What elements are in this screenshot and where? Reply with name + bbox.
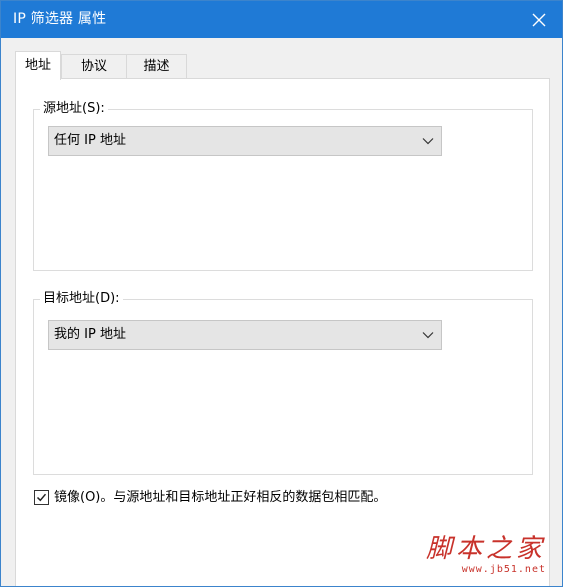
watermark-url: www.jb51.net [461,564,546,575]
ip-filter-properties-dialog: IP 筛选器 属性 地址 协议 描述 源地址(S): 任何 IP 地址 目标地址… [0,0,563,587]
close-button[interactable] [516,1,562,38]
source-address-label: 源地址(S): [40,100,108,118]
address-tab-panel: 源地址(S): 任何 IP 地址 目标地址(D): 我的 IP 地址 镜像(O)… [15,78,550,586]
mirror-checkbox[interactable] [34,490,49,505]
title-bar[interactable]: IP 筛选器 属性 [1,1,562,38]
tab-address[interactable]: 地址 [15,51,61,80]
destination-address-label: 目标地址(D): [40,290,123,308]
source-address-group: 源地址(S): 任何 IP 地址 [33,100,533,271]
chevron-down-icon [422,138,434,145]
watermark: 脚本之家 www.jb51.net [426,534,546,576]
watermark-logo-text: 脚本之家 [425,534,546,564]
mirror-label: 镜像(O)。与源地址和目标地址正好相反的数据包相匹配。 [54,490,387,505]
window-title: IP 筛选器 属性 [13,11,107,27]
destination-address-value: 我的 IP 地址 [54,327,126,342]
source-address-value: 任何 IP 地址 [54,133,126,148]
tab-description-label: 描述 [143,59,170,74]
destination-address-dropdown[interactable]: 我的 IP 地址 [48,320,442,350]
tab-description[interactable]: 描述 [126,54,187,78]
tab-protocol[interactable]: 协议 [61,54,127,78]
tab-protocol-label: 协议 [80,59,107,74]
close-icon [532,13,546,26]
checkmark-icon [36,493,47,502]
tab-address-label: 地址 [24,58,51,73]
source-address-dropdown[interactable]: 任何 IP 地址 [48,126,442,156]
destination-address-group: 目标地址(D): 我的 IP 地址 [33,290,533,475]
chevron-down-icon [422,332,434,339]
